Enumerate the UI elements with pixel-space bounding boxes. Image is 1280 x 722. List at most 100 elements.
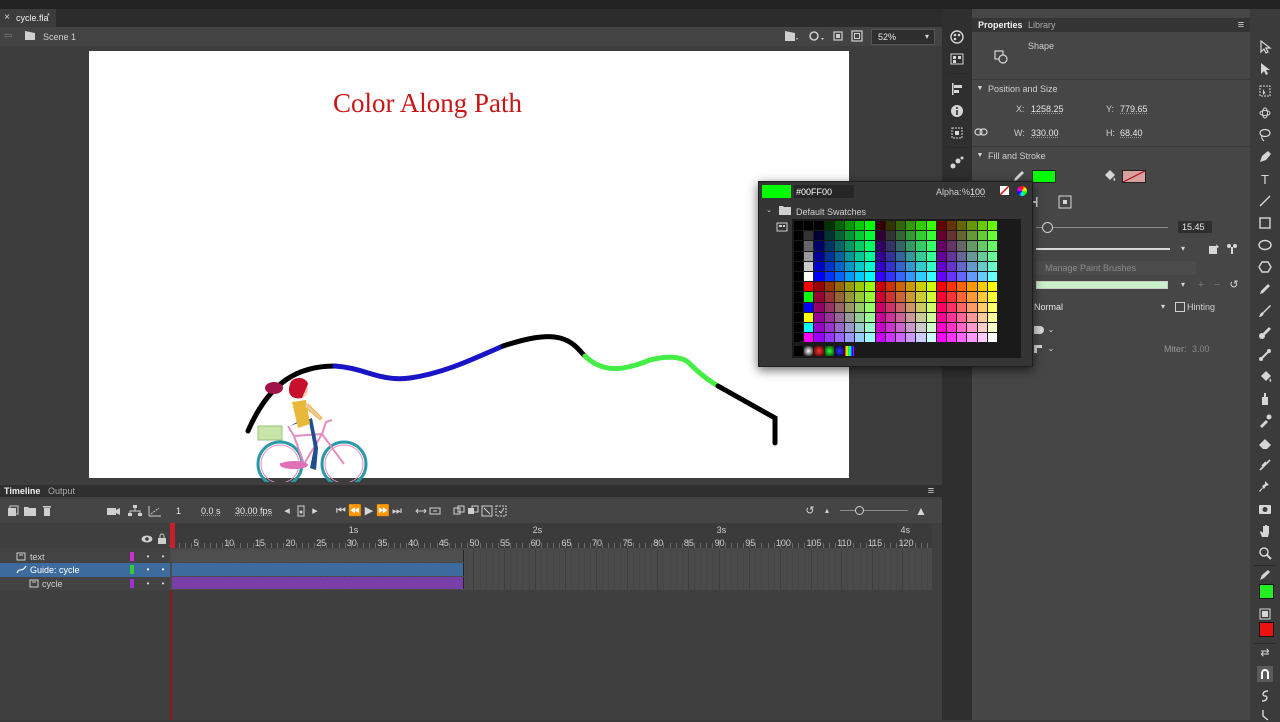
visibility-dot[interactable]: •	[145, 565, 151, 574]
edit-stroke-style-icon[interactable]	[1208, 243, 1220, 255]
playback-range-icon[interactable]	[429, 505, 441, 517]
swatch-cell[interactable]	[896, 261, 906, 271]
swatch-cell[interactable]	[814, 323, 824, 333]
subselection-tool-icon[interactable]	[1258, 62, 1272, 76]
swatch-cell[interactable]	[896, 272, 906, 282]
swatch-cell[interactable]	[926, 292, 936, 302]
swatch-cell[interactable]	[834, 241, 844, 251]
swatch-cell[interactable]	[947, 272, 957, 282]
swatch-cell[interactable]	[845, 231, 855, 241]
playhead-marker[interactable]	[170, 523, 175, 548]
swatch-cell[interactable]	[845, 272, 855, 282]
swatch-cell[interactable]	[824, 261, 834, 271]
eyedropper-tool-icon[interactable]	[1258, 414, 1272, 428]
frame-span-tween[interactable]	[172, 577, 464, 589]
new-folder-icon[interactable]	[24, 505, 36, 517]
onion-markers-icon[interactable]	[495, 505, 507, 517]
swatch-cell[interactable]	[885, 323, 895, 333]
swatch-cell[interactable]	[967, 312, 977, 322]
swatch-cell[interactable]	[957, 282, 967, 292]
bone-tool-icon[interactable]	[1258, 348, 1272, 362]
swatch-cell[interactable]	[834, 312, 844, 322]
swatch-cell[interactable]	[885, 261, 895, 271]
play-icon[interactable]: ▶	[363, 505, 375, 517]
swatch-cell[interactable]	[794, 323, 804, 333]
swatch-cell[interactable]	[824, 323, 834, 333]
time-field[interactable]: 0.0 s	[201, 507, 221, 516]
fill-color-icon[interactable]	[1259, 608, 1271, 620]
swatch-cell[interactable]	[855, 312, 865, 322]
swatch-cell[interactable]	[896, 323, 906, 333]
center-frame-icon[interactable]: ↺	[804, 505, 816, 517]
swatch-cell[interactable]	[957, 302, 967, 312]
stroke-width-slider[interactable]	[1036, 227, 1168, 228]
swatch-cell[interactable]	[977, 302, 987, 312]
color-panel-icon[interactable]	[949, 30, 965, 44]
section-collapse-icon[interactable]: ▼	[976, 151, 984, 159]
swatch-cell[interactable]	[916, 221, 926, 231]
swatch-cell[interactable]	[875, 323, 885, 333]
pin-tool-icon[interactable]	[1258, 480, 1272, 494]
swatch-cell[interactable]	[926, 333, 936, 343]
pen-tool-icon[interactable]	[1258, 150, 1272, 164]
swatch-cell[interactable]	[834, 323, 844, 333]
zoom-tool-icon[interactable]	[1258, 546, 1272, 560]
swatch-cell[interactable]	[824, 221, 834, 231]
swatch-cell[interactable]	[865, 282, 875, 292]
swatch-cell[interactable]	[834, 302, 844, 312]
swatch-cell[interactable]	[845, 333, 855, 343]
eraser-tool-icon[interactable]	[1258, 436, 1272, 450]
swatch-cell[interactable]	[936, 282, 946, 292]
layer-row[interactable]: cycle • •	[0, 577, 170, 590]
layer-color-chip[interactable]	[130, 579, 134, 588]
free-transform-tool-icon[interactable]	[1258, 84, 1272, 98]
swatch-cell[interactable]	[855, 333, 865, 343]
swatch-cell[interactable]	[967, 221, 977, 231]
swatch-cell[interactable]	[947, 333, 957, 343]
width-profile-preview[interactable]	[1036, 281, 1168, 289]
swatch-cell[interactable]	[967, 261, 977, 271]
swatch-cell[interactable]	[967, 241, 977, 251]
swatch-cell[interactable]	[926, 251, 936, 261]
swatch-cell[interactable]	[926, 261, 936, 271]
next-keyframe-icon[interactable]: ▸	[310, 505, 320, 517]
swatch-cell[interactable]	[834, 231, 844, 241]
swatch-cell[interactable]	[957, 221, 967, 231]
add-profile-icon[interactable]: +	[1196, 279, 1206, 290]
swatch-cell[interactable]	[906, 272, 916, 282]
swatch-cell[interactable]	[977, 231, 987, 241]
swatch-cell[interactable]	[987, 323, 997, 333]
swatch-cell[interactable]	[865, 231, 875, 241]
swatch-cell[interactable]	[916, 231, 926, 241]
swatch-cell[interactable]	[947, 241, 957, 251]
delete-layer-icon[interactable]	[41, 505, 53, 517]
swatch-cell[interactable]	[936, 302, 946, 312]
swatch-cell[interactable]	[875, 302, 885, 312]
layer-color-chip[interactable]	[130, 565, 134, 574]
swatch-cell[interactable]	[875, 261, 885, 271]
swatch-cell[interactable]	[977, 261, 987, 271]
polystar-tool-icon[interactable]	[1258, 260, 1272, 274]
swatch-cell[interactable]	[885, 292, 895, 302]
swatch-cell[interactable]	[875, 333, 885, 343]
swatch-cell[interactable]	[957, 323, 967, 333]
swatch-cell[interactable]	[977, 323, 987, 333]
swatch-cell[interactable]	[957, 333, 967, 343]
brush-tool-icon[interactable]	[1258, 326, 1272, 340]
swatch-cell[interactable]	[794, 312, 804, 322]
swatch-cell[interactable]	[906, 231, 916, 241]
frame-span-text[interactable]	[172, 550, 464, 562]
swatch-cell[interactable]	[845, 221, 855, 231]
swatch-cell[interactable]	[977, 333, 987, 343]
x-field[interactable]: 1258.25	[1031, 105, 1064, 114]
swatch-cell[interactable]	[885, 272, 895, 282]
align-panel-icon[interactable]	[949, 82, 965, 96]
swatch-cell[interactable]	[896, 221, 906, 231]
swatch-cell[interactable]	[845, 292, 855, 302]
gradient-swatch[interactable]	[804, 346, 814, 356]
chevron-down-icon[interactable]: ⌄	[1046, 325, 1056, 335]
swatch-cell[interactable]	[865, 292, 875, 302]
camera-tool-icon[interactable]	[1258, 502, 1272, 516]
swatch-cell[interactable]	[855, 231, 865, 241]
swatch-cell[interactable]	[875, 292, 885, 302]
